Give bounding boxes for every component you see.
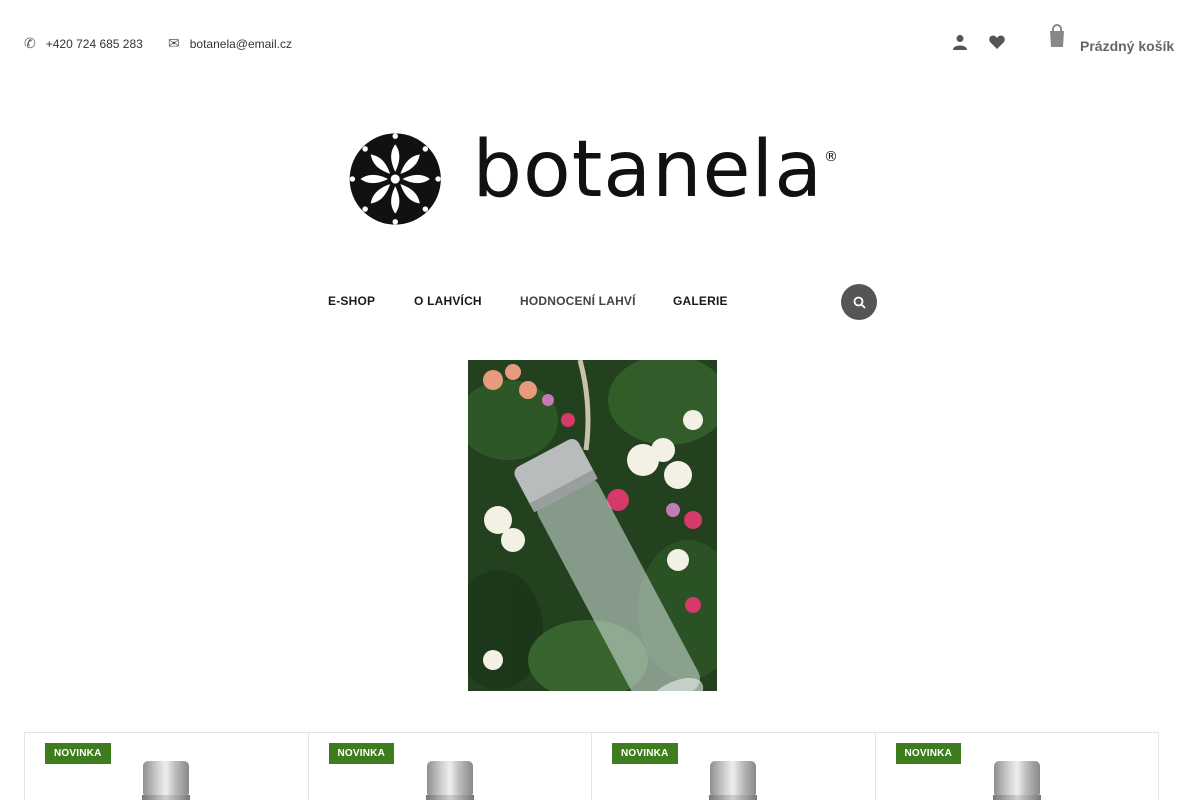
new-badge: NOVINKA (612, 743, 678, 764)
phone-number[interactable]: +420 724 685 283 (46, 37, 143, 51)
cart-icon (1046, 24, 1068, 54)
phone-contact[interactable]: ✆ +420 724 685 283 (24, 36, 143, 52)
search-icon (853, 296, 866, 309)
registered-mark: ® (824, 149, 838, 165)
logo-wordmark: botanela (472, 125, 823, 215)
nav-item-galerie[interactable]: GALERIE (673, 294, 728, 308)
product-card[interactable]: NOVINKA (876, 733, 1159, 800)
email-contact[interactable]: ✉ botanela@email.cz (168, 36, 292, 52)
bottle-in-flowers-photo (468, 360, 717, 691)
phone-icon: ✆ (24, 36, 36, 52)
email-address[interactable]: botanela@email.cz (190, 37, 292, 51)
product-image (708, 761, 758, 800)
nav-item-hodnoceni-lahvi[interactable]: HODNOCENÍ LAHVÍ (520, 294, 636, 308)
main-nav: E-SHOP O LAHVÍCH HODNOCENÍ LAHVÍ GALERIE (0, 294, 1200, 312)
product-card[interactable]: NOVINKA (592, 733, 876, 800)
new-badge: NOVINKA (45, 743, 111, 764)
cart-button[interactable]: Prázdný košík (1046, 24, 1174, 54)
product-card[interactable]: NOVINKA (309, 733, 592, 800)
heart-icon[interactable] (987, 34, 1007, 54)
flower-logo-icon (349, 133, 441, 225)
product-image (992, 761, 1042, 800)
top-bar: ✆ +420 724 685 283 ✉ botanela@email.cz P… (0, 0, 1200, 90)
site-logo[interactable]: botanela ® (346, 124, 838, 234)
new-badge: NOVINKA (328, 743, 395, 764)
envelope-icon: ✉ (168, 36, 180, 52)
search-button[interactable] (841, 284, 877, 320)
product-image (141, 761, 191, 800)
nav-item-o-lahvich[interactable]: O LAHVÍCH (414, 294, 482, 308)
new-badge: NOVINKA (895, 743, 962, 764)
user-icon[interactable] (950, 34, 970, 55)
product-grid: NOVINKA NOVINKA NOVINKA NOVINKA (24, 732, 1159, 800)
product-card[interactable]: NOVINKA (25, 733, 309, 800)
hero-image (468, 360, 717, 691)
nav-item-eshop[interactable]: E-SHOP (328, 294, 375, 308)
product-image (425, 761, 475, 800)
cart-label[interactable]: Prázdný košík (1080, 38, 1174, 54)
